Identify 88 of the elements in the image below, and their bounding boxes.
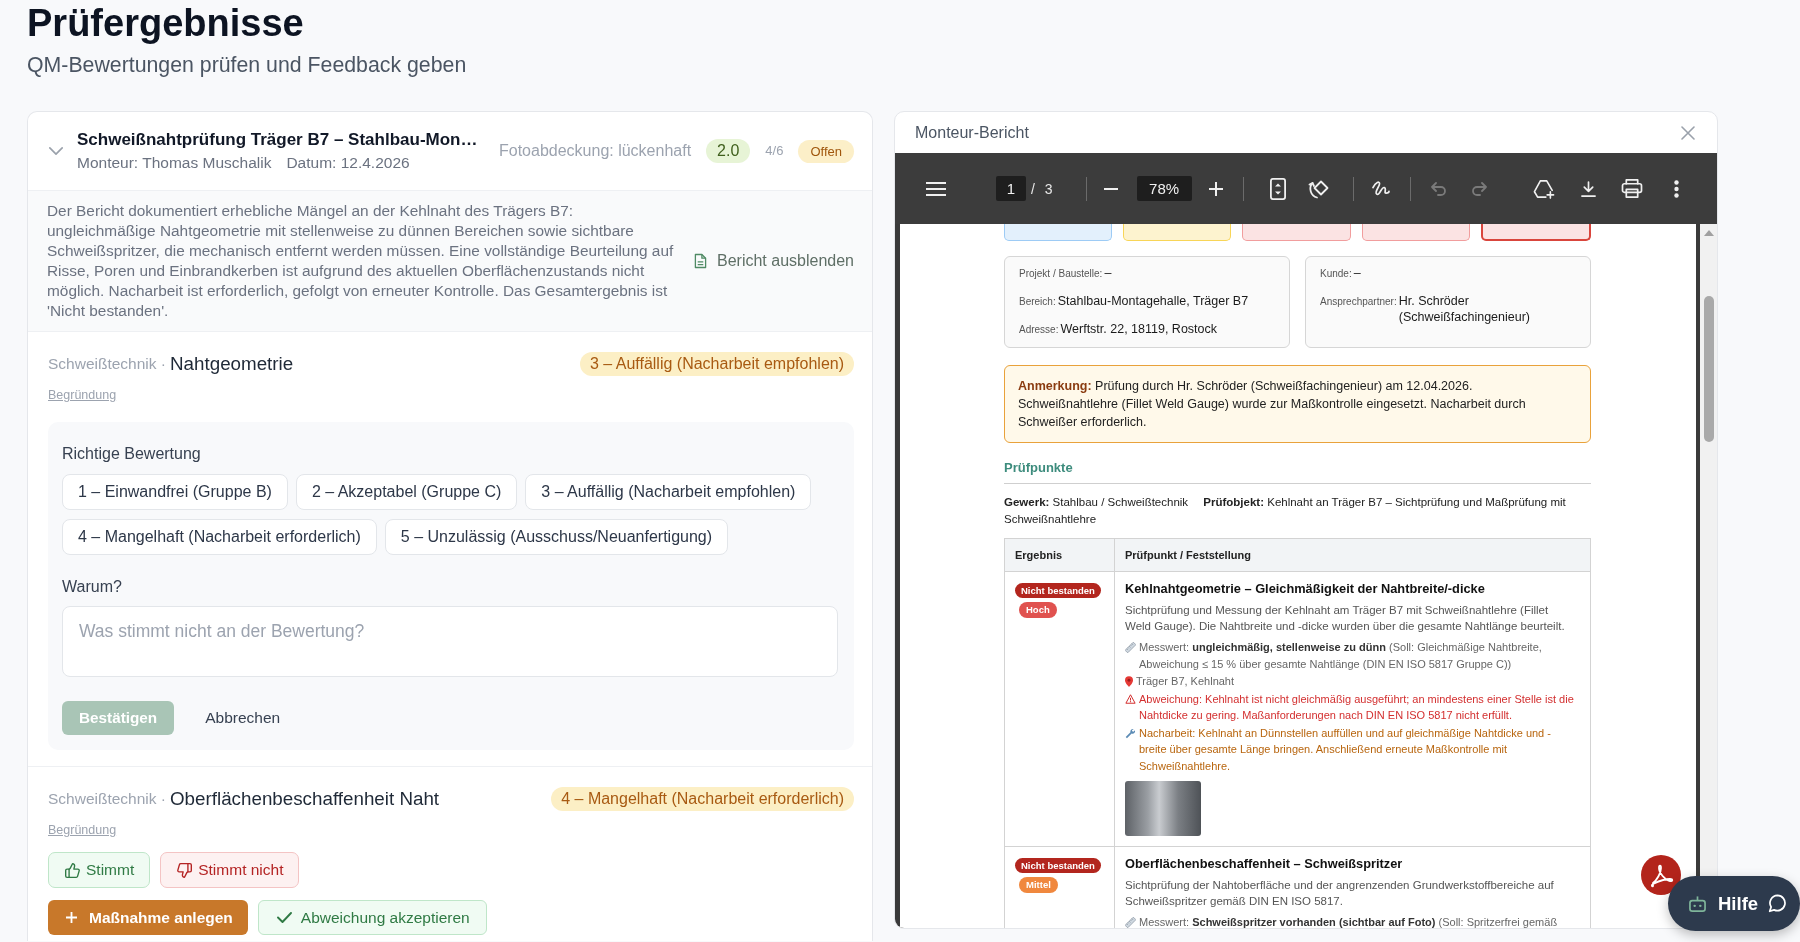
info-value: – (1353, 265, 1361, 281)
zoom-out-icon[interactable] (1103, 187, 1118, 190)
chat-icon (1768, 894, 1788, 913)
wrench-icon (1125, 727, 1136, 739)
chevron-icon[interactable] (49, 147, 63, 155)
warning-icon (1125, 693, 1136, 704)
draw-icon[interactable] (1370, 180, 1390, 197)
page-count: / 3 (1031, 179, 1053, 198)
viewer-title: Monteur-Bericht (915, 122, 1029, 143)
report-title: Schweißnahtprüfung Träger B7 – Stahlbau-Mon… (77, 129, 478, 151)
info-label: Ansprechpartner: (1320, 295, 1397, 309)
triangle-plus-icon[interactable] (1532, 178, 1555, 199)
finding-description: Sichtprüfung und Messung der Kehlnaht am Träger B7 mit Schweißnahtlehre (Fillet Weld Gauge). Die Nahtbreite und -dicke wurden über die gesamte Nahtlänge beurteilt. (1125, 603, 1566, 634)
finding-text: Träger B7, Kehlnaht (1136, 674, 1235, 689)
info-value: – (1104, 265, 1112, 281)
info-value: Stahlbau-Montagehalle, Träger B7 (1057, 293, 1249, 309)
info-value: Hr. Schröder (Schweißfachingenieur) (1398, 293, 1532, 325)
menu-icon[interactable] (926, 181, 946, 196)
robot-icon (1688, 895, 1707, 912)
info-value: Werftstr. 22, 18119, Rostock (1060, 321, 1218, 337)
finding-description: Sichtprüfung der Nahtoberfläche und der angrenzenden Grundwerkstoffbereiche auf Schweißspritzer gemäß DIN EN ISO 5817. (1125, 878, 1555, 909)
page-number-field[interactable]: 1 (996, 176, 1026, 201)
pin-icon (1125, 676, 1133, 687)
severity-badge: Hoch (1019, 602, 1057, 618)
report-date: Datum: 12.4.2026 (286, 153, 410, 173)
zoom-level-field[interactable]: 78% (1136, 176, 1192, 201)
disagree-button[interactable]: Stimmt nicht (160, 852, 300, 888)
thumbs-down-icon (177, 862, 193, 878)
rating-badge: 4 – Mangelhaft (Nacharbeit erforderlich) (551, 787, 854, 811)
severity-badge: Mittel (1019, 877, 1058, 893)
result-badge: Nicht bestanden (1015, 858, 1101, 873)
finding-text: Messwert: ungleichmäßig, stellenweise zu dünn (Soll: Gleichmäßige Nahtbreite, Abweichung ≤ 15 % über gesamte Nahtlänge (DIN EN ISO 5817 Gruppe C)) (1139, 640, 1543, 672)
page-title: Prüfergebnisse (27, 2, 305, 44)
category-label: Schweißtechnik · (48, 789, 166, 809)
column-header: Prüfpunkt / Feststellung (1114, 538, 1591, 572)
close-icon[interactable] (1681, 125, 1695, 140)
status-badge: Offen (798, 139, 854, 163)
photo-coverage: Fotoabdeckung: lückenhaft (498, 141, 692, 161)
field-label: Richtige Bewertung (62, 444, 202, 464)
column-header: Ergebnis (1004, 538, 1115, 572)
document-icon (694, 253, 707, 269)
info-label: Bereich: (1019, 295, 1056, 309)
finding-text: Abweichung: Kehlnaht ist nicht gleichmäßig ausgeführt; an mindestens einer Stelle ist die Nahtdicke zu gering. Maßanforderungen nach DIN EN ISO 5817 nicht erfüllt. (1139, 691, 1574, 723)
rating-option[interactable]: 3 – Auffällig (Nacharbeit empfohlen) (525, 474, 812, 510)
info-label: Projekt / Baustelle: (1019, 267, 1103, 281)
agree-button[interactable]: Stimmt (48, 852, 151, 888)
finding-text: Messwert: Schweißspritzer vorhanden (sichtbar auf Foto) (Soll: Spritzerfrei gemäß (1139, 915, 1558, 928)
category-label: Schweißtechnik · (48, 354, 166, 374)
reason-field[interactable]: Was stimmt nicht an der Bewertung? (62, 606, 838, 677)
section-heading: Prüfpunkte (1004, 459, 1591, 484)
criterion-name: Oberflächenbeschaffenheit Naht (170, 788, 440, 810)
result-badge: Nicht bestanden (1015, 583, 1101, 598)
ruler-icon (1125, 642, 1136, 653)
fit-page-icon[interactable] (1269, 177, 1286, 200)
pdf-icon[interactable] (1641, 855, 1681, 895)
scope-text: Gewerk: Stahlbau / Schweißtechnik Prüfobjekt: Kehlnaht an Träger B7 – Sichtprüfung und Maßprüfung mit Schweißnahtlehre (1004, 495, 1567, 527)
hide-report-button[interactable]: Bericht ausblenden (694, 251, 854, 271)
finding-title: Kehlnahtgeometrie – Gleichmäßigkeit der Nahtbreite/-dicke (1125, 580, 1486, 597)
summary-text: Der Bericht dokumentiert erhebliche Mängel an der Kehlnaht des Trägers B7: ungleichmäßige Nahtgeometrie mit stellenweise zu dünnen Bereichen sowie sichtbare Schweißspritzer, die mechanisch entfernt werden müssen. Eine vollständige Beurteilung auf Risse, Poren und Einbrandkerben ist aufgrund des aktuellen Oberflächenzustands nicht möglich. Nacharbeit ist erforderlich, gefolgt von erneuter Kontrolle. Das Gesamtergebnis ist 'Nicht bestanden'. (47, 201, 675, 321)
scrollbar-thumb[interactable] (1703, 296, 1714, 442)
download-icon[interactable] (1580, 180, 1596, 197)
fitter-name: Monteur: Thomas Muschalik (77, 153, 272, 173)
score-badge: 2.0 (706, 139, 751, 163)
note-callout: Anmerkung: Prüfung durch Hr. Schröder (Schweißfachingenieur) am 12.04.2026. Schweißnahtlehre (Fillet Weld Gauge) wurde zur Maßkontrolle eingesetzt. Nacharbeit durch Schweißer erforderlich. (1004, 365, 1591, 443)
rating-badge: 3 – Auffällig (Nacharbeit empfohlen) (579, 352, 854, 376)
page-subtitle: QM-Bewertungen prüfen und Feedback geben (27, 52, 468, 78)
check-icon (276, 912, 292, 923)
thumbs-up-icon (65, 862, 80, 878)
cancel-button[interactable]: Abbrechen (193, 701, 293, 735)
rating-option[interactable]: 5 – Unzulässig (Ausschuss/Neuanfertigung) (384, 519, 729, 555)
plus-icon (66, 912, 77, 923)
rotate-icon[interactable] (1307, 178, 1329, 199)
rating-option[interactable]: 2 – Akzeptabel (Gruppe C) (295, 474, 518, 510)
print-icon[interactable] (1620, 179, 1643, 198)
help-button[interactable]: Hilfe (1668, 876, 1800, 931)
criterion-name: Nahtgeometrie (170, 353, 294, 375)
rating-option[interactable]: 4 – Mangelhaft (Nacharbeit erforderlich) (62, 519, 377, 555)
rating-option[interactable]: 1 – Einwandfrei (Gruppe B) (62, 474, 288, 510)
zoom-in-icon[interactable] (1208, 181, 1223, 196)
finding-text: Nacharbeit: Kehlnaht an Dünnstellen auffüllen und auf gleichmäßige Nahtdicke und -breite über gesamte Länge bringen. Anschließend erneute Maßkontrolle mit Schweißnahtlehre. (1139, 725, 1552, 774)
more-icon[interactable] (1673, 179, 1679, 198)
ruler-icon (1125, 917, 1136, 928)
finding-title: Oberflächenbeschaffenheit – Schweißspritzer (1125, 855, 1404, 872)
accept-deviation-button[interactable]: Abweichung akzeptieren (257, 900, 487, 935)
field-label: Warum? (62, 577, 123, 597)
info-label: Adresse: (1019, 323, 1059, 337)
progress-count: 4/6 (765, 142, 784, 160)
info-label: Kunde: (1320, 267, 1352, 281)
